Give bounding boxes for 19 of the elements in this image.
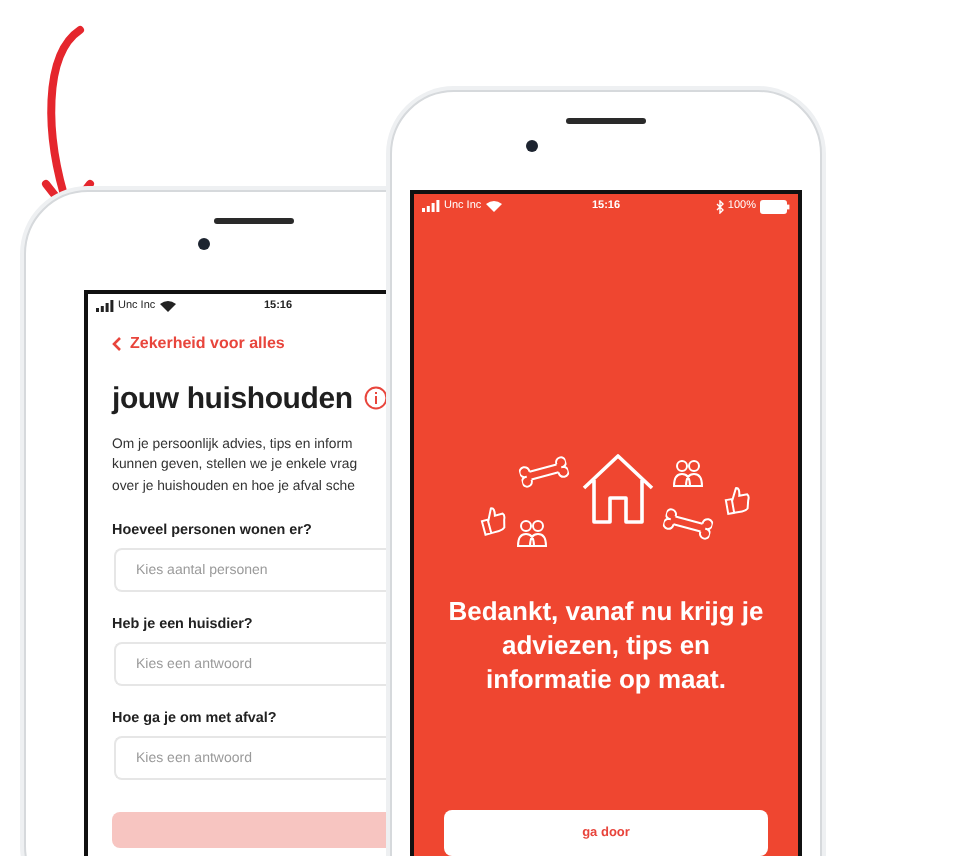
bone-icon [661,504,715,544]
bone-icon [517,452,571,492]
wifi-icon [159,300,176,312]
battery-icon [760,199,790,213]
camera-icon [526,140,538,152]
thank-you-message: Bedankt, vanaf nu krijg je adviezen, tips en informatie op maat. [448,594,764,696]
wifi-icon [485,200,502,212]
thumbs-up-icon [721,483,755,517]
info-icon[interactable] [364,386,389,410]
chevron-left-icon [112,335,122,351]
back-link[interactable]: Zekerheid voor alles [112,334,285,352]
bluetooth-icon [715,199,724,213]
people-icon [672,458,704,488]
signal-icon [422,200,440,212]
house-icon [580,450,656,526]
signal-icon [96,300,114,312]
camera-icon [198,238,210,250]
people-icon [516,518,548,548]
page-title: jouw huishouden [112,381,353,415]
